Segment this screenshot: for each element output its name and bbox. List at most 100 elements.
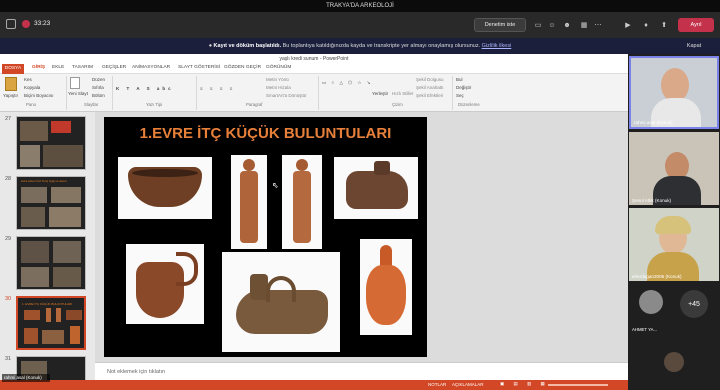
mouse-cursor-icon: ⇖ bbox=[272, 181, 279, 190]
slide-thumbnails: 27 28 Avra erken Üst Tunç Çağ ve demir 2… bbox=[0, 112, 95, 390]
artifact-bowl-image bbox=[118, 157, 212, 219]
more-icon[interactable]: ⋯ bbox=[592, 19, 604, 31]
ppt-status-bar: NOTLAR AÇIKLAMALAR ▣ ▤ ▥ ▦ bbox=[0, 380, 628, 390]
chat-icon[interactable]: ▭ bbox=[532, 19, 544, 31]
tab-insert[interactable]: EKLE bbox=[52, 65, 64, 70]
slide-title: 1.EVRE İTÇ KÜÇÜK BULUNTULARI bbox=[139, 125, 392, 142]
format-painter-button[interactable]: Biçim Boyacısı bbox=[24, 93, 54, 98]
smartart-button[interactable]: SmartArt'a Dönüştür bbox=[266, 93, 307, 98]
view-buttons-icon[interactable]: ▣ ▤ ▥ ▦ bbox=[500, 381, 549, 387]
shape-fill-button[interactable]: Şekil Dolgusu bbox=[416, 77, 444, 82]
recording-banner: ● Kayıt ve döküm başlatıldı. Bu toplantı… bbox=[0, 38, 720, 54]
tab-view[interactable]: GÖRÜNÜM bbox=[266, 65, 291, 70]
recording-text: Bu toplantıya katıldığınızda kayda ve tr… bbox=[282, 43, 481, 49]
slide-thumbnail-29[interactable] bbox=[16, 236, 86, 290]
paste-icon[interactable] bbox=[5, 77, 17, 91]
shape-effects-button[interactable]: Şekil Efektleri bbox=[416, 93, 443, 98]
thumb28-title: Avra erken Üst Tunç Çağ ve demir bbox=[21, 179, 67, 183]
notes-placeholder: Not eklemek için tıklatın bbox=[107, 369, 166, 375]
copy-button[interactable]: Kopyala bbox=[24, 85, 40, 90]
participant-name: AHMET YA... bbox=[632, 327, 658, 332]
leave-button[interactable]: Ayrıl bbox=[678, 18, 714, 32]
layout-button[interactable]: Düzen bbox=[92, 77, 105, 82]
slide-thumbnail-28[interactable]: Avra erken Üst Tunç Çağ ve demir bbox=[16, 176, 86, 230]
privacy-link[interactable]: Gizlilik ilkesi bbox=[482, 43, 512, 49]
current-slide[interactable]: 1.EVRE İTÇ KÜÇÜK BULUNTULARI ⇖ bbox=[104, 117, 427, 357]
thumb30-title: 1. EVRE İTÇ KÜÇÜK BULUNTULARI bbox=[22, 302, 73, 306]
view-icon[interactable]: ▦ bbox=[578, 19, 590, 31]
close-banner-button[interactable]: Kapat bbox=[680, 41, 708, 51]
share-icon[interactable]: ⬆ bbox=[658, 19, 670, 31]
slide-thumbnail-27[interactable] bbox=[16, 116, 86, 170]
recording-bold: Kayıt ve döküm başlatıldı. bbox=[213, 43, 282, 49]
participant-tile-speaking[interactable]: rahmi asal (Konuk) bbox=[629, 56, 719, 129]
participant-tile[interactable]: AHMET YA... bbox=[629, 286, 673, 334]
tab-transitions[interactable]: GEÇİŞLER bbox=[102, 65, 126, 70]
participants-panel: rahmi asal (Konuk) Şenol Altık (Konuk) e… bbox=[628, 54, 720, 390]
paste-button[interactable]: Yapıştır bbox=[3, 93, 18, 98]
select-button[interactable]: Seç bbox=[456, 93, 464, 98]
presenter-name-tag: rahmi asal (Konuk) bbox=[2, 374, 50, 382]
tab-home[interactable]: GİRİŞ bbox=[32, 65, 45, 70]
artifact-broken-vessel-image bbox=[334, 157, 418, 219]
notes-pane[interactable]: Not eklemek için tıklatın bbox=[95, 362, 628, 380]
new-slide-icon[interactable] bbox=[70, 77, 80, 89]
slide-number: 27 bbox=[5, 116, 12, 122]
ppt-title: yaşlı kredi sunum - PowerPoint bbox=[0, 54, 628, 64]
comments-button[interactable]: AÇIKLAMALAR bbox=[452, 382, 484, 387]
new-slide-button[interactable]: Yeni Slayt bbox=[68, 91, 88, 96]
tab-file[interactable]: DOSYA bbox=[2, 64, 24, 74]
shared-powerpoint: yaşlı kredi sunum - PowerPoint DOSYA GİR… bbox=[0, 54, 628, 390]
paragraph-icons[interactable]: ≡ ≡ ≡ ≡ bbox=[200, 86, 235, 91]
align-text-button[interactable]: Metni Hizala bbox=[266, 85, 291, 90]
group-editing: Düzenleme bbox=[458, 102, 480, 107]
grid-icon[interactable] bbox=[6, 19, 16, 29]
participant-tile[interactable]: Şenol Altık (Konuk) bbox=[629, 132, 719, 205]
self-view-avatar[interactable] bbox=[664, 352, 684, 372]
slide-thumbnail-30[interactable]: 1. EVRE İTÇ KÜÇÜK BULUNTULARI bbox=[16, 296, 86, 350]
text-direction-button[interactable]: Metin Yönü bbox=[266, 77, 289, 82]
section-button[interactable]: Bölüm bbox=[92, 93, 105, 98]
meeting-timer: 33:23 bbox=[34, 20, 51, 27]
group-clipboard: Pano bbox=[26, 102, 37, 107]
notes-button[interactable]: NOTLAR bbox=[428, 382, 446, 387]
window-title: TRAKYA'DA ARKEOLOJİ bbox=[0, 0, 720, 12]
reset-button[interactable]: Sıfırla bbox=[92, 85, 104, 90]
participant-tile[interactable]: erlerdogan2006 (Konuk) bbox=[629, 208, 719, 281]
request-control-button[interactable]: Denetim iste bbox=[474, 18, 526, 32]
quick-styles-button[interactable]: Hızlı Stiller bbox=[392, 91, 414, 96]
more-participants-button[interactable]: +45 bbox=[680, 290, 708, 318]
group-font: Yazı Tipi bbox=[146, 102, 163, 107]
participant-name: Şenol Altık (Konuk) bbox=[632, 198, 672, 203]
recording-dot-icon bbox=[22, 20, 30, 28]
artifact-lidded-jar-image bbox=[360, 239, 412, 335]
camera-icon[interactable]: ▶ bbox=[622, 19, 634, 31]
zoom-slider[interactable] bbox=[548, 384, 608, 386]
avatar bbox=[639, 290, 663, 314]
shape-outline-button[interactable]: Şekil Anahattı bbox=[416, 85, 444, 90]
replace-button[interactable]: Değiştir bbox=[456, 85, 471, 90]
ppt-menu-bar: DOSYA GİRİŞ EKLE TASARIM GEÇİŞLER ANİMAS… bbox=[0, 64, 628, 84]
tab-slideshow[interactable]: SLAYT GÖSTERİSİ bbox=[178, 65, 220, 70]
group-slides: Slaytlar bbox=[84, 102, 99, 107]
cut-button[interactable]: Kes bbox=[24, 77, 32, 82]
artifact-askos-image bbox=[222, 252, 340, 352]
font-format-icons[interactable]: K T A S abc bbox=[116, 86, 174, 91]
people-icon[interactable]: ☺ bbox=[546, 19, 558, 31]
find-button[interactable]: Bul bbox=[456, 77, 463, 82]
tab-review[interactable]: GÖZDEN GEÇİR bbox=[224, 65, 261, 70]
group-drawing: Çizim bbox=[392, 102, 403, 107]
tab-design[interactable]: TASARIM bbox=[72, 65, 93, 70]
ribbon: Yapıştır Kes Kopyala Biçim Boyacısı Pano… bbox=[0, 74, 628, 112]
artifact-jug-image bbox=[126, 244, 204, 324]
group-paragraph: Paragraf bbox=[246, 102, 263, 107]
slide-number: 28 bbox=[5, 176, 12, 182]
slide-number: 31 bbox=[5, 356, 12, 362]
tab-animations[interactable]: ANİMASYONLAR bbox=[132, 65, 170, 70]
mic-icon[interactable]: ♦ bbox=[640, 19, 652, 31]
arrange-button[interactable]: Yerleştir bbox=[372, 91, 388, 96]
shapes-gallery[interactable]: ▭ ○ △ ⬠ ☆ ↘ bbox=[322, 80, 372, 86]
reactions-icon[interactable]: ☻ bbox=[561, 19, 573, 31]
artifact-figurine-1-image bbox=[231, 155, 267, 249]
artifact-figurine-2-image bbox=[282, 155, 322, 249]
